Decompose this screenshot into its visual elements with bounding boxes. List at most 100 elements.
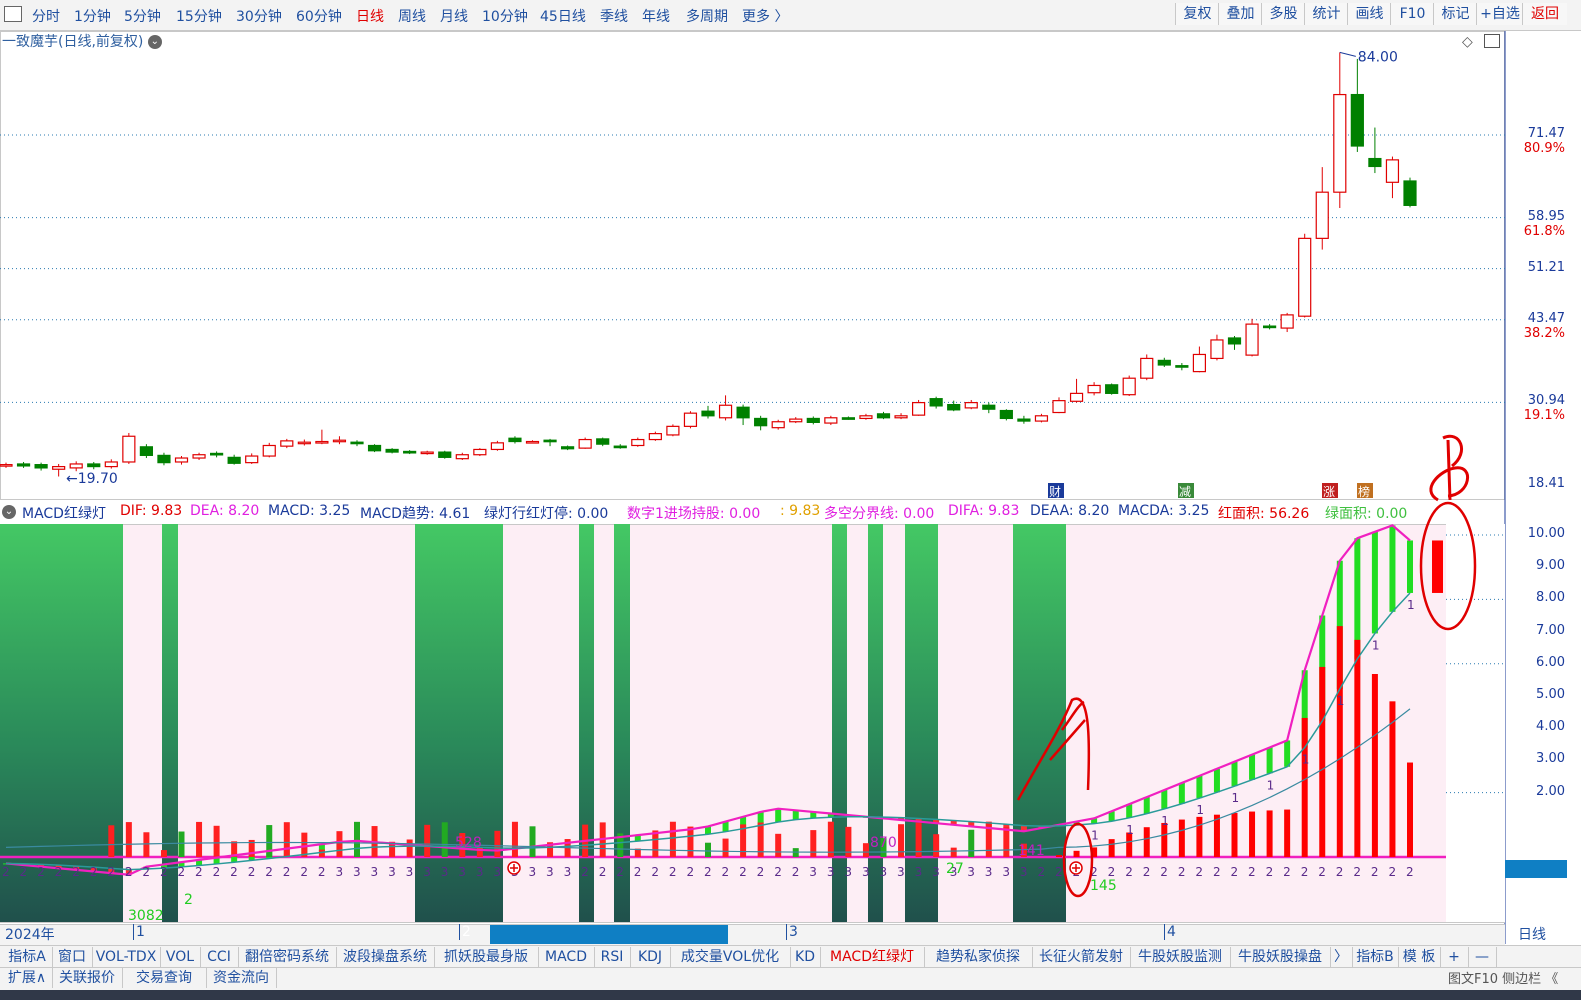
indicator-tab-15[interactable]: 长征火箭发射	[1032, 947, 1131, 967]
entry-digit-80: 1	[1407, 598, 1415, 612]
dif-dea-bar-66	[1161, 790, 1168, 809]
indicator-tab-2[interactable]: VOL-TDX	[92, 947, 161, 967]
indicator-tab-7[interactable]: 抓妖股最身版	[434, 947, 539, 967]
indicator-right-margin	[1446, 524, 1505, 922]
state-digit-40: 2	[704, 865, 712, 879]
indicator-tab-19[interactable]: 指标B	[1352, 947, 1399, 967]
indicator-tab-0[interactable]: 指标A	[2, 947, 53, 967]
indicator-tab-8[interactable]: MACD	[538, 947, 595, 967]
indicator-tab-11[interactable]: 成交量VOL优化	[670, 947, 791, 967]
green-light-band-4	[614, 524, 630, 922]
indicator-field-1: DEA: 8.20	[190, 503, 260, 519]
state-digit-44: 2	[774, 865, 782, 879]
indicator-tab-14[interactable]: 趋势私家侦探	[924, 947, 1033, 967]
candle-body-40	[701, 410, 715, 417]
macd-bar-23	[406, 839, 413, 857]
state-digit-4: 2	[72, 865, 80, 879]
candle-body-47	[824, 417, 838, 424]
indicator-tick-5: 5.00	[1536, 687, 1565, 702]
state-digit-64: 2	[1125, 865, 1133, 879]
indicator-tab-9[interactable]: RSI	[594, 947, 631, 967]
macd-bar-68	[1196, 816, 1203, 857]
dif-dea-bar-44	[775, 808, 782, 823]
state-digit-16: 2	[283, 865, 291, 879]
state-digit-49: 3	[862, 865, 870, 879]
macd-bar-74	[1301, 717, 1308, 857]
candle-body-23	[403, 450, 417, 454]
indicator-tab-21[interactable]: +	[1440, 947, 1469, 967]
state-digit-11: 2	[195, 865, 203, 879]
indicator-menu-icon[interactable]: ⌄	[2, 505, 16, 519]
indicator-tab-1[interactable]: 窗口	[52, 947, 93, 967]
candle-body-67	[1175, 365, 1189, 368]
green-light-band-7	[905, 524, 938, 922]
main-frame	[0, 31, 1505, 500]
high-price-label: 84.00	[1358, 49, 1398, 65]
entry-digit-66: 1	[1161, 814, 1169, 828]
indicator-tab-18[interactable]: 〉	[1330, 947, 1353, 967]
dif-dea-bar-65	[1143, 797, 1150, 814]
state-digit-1: 2	[20, 865, 28, 879]
indicator-tab-4[interactable]: CCI	[200, 947, 239, 967]
extension-tab-2[interactable]: 交易查询	[122, 968, 207, 988]
indicator-field-3: MACD趋势: 4.61	[360, 506, 471, 522]
time-scroll-highlight[interactable]	[490, 925, 728, 944]
state-digit-73: 2	[1283, 865, 1291, 879]
state-digit-71: 2	[1248, 865, 1256, 879]
indicator-tab-3[interactable]: VOL	[160, 947, 201, 967]
state-digit-75: 2	[1318, 865, 1326, 879]
entry-digit-78: 1	[1372, 638, 1380, 652]
state-digit-74: 2	[1301, 865, 1309, 879]
indicator-name[interactable]: MACD红绿灯	[22, 503, 106, 523]
price-tick-4: 30.94	[1527, 393, 1565, 409]
macd-bar-30	[529, 826, 536, 857]
candle-body-50	[876, 413, 891, 419]
indicator-tab-6[interactable]: 波段操盘系统	[336, 947, 435, 967]
hand-drawn-arrow-top	[1429, 434, 1470, 502]
indicator-field-10: MACDA: 3.25	[1118, 503, 1210, 519]
indicator-tab-17[interactable]: 牛股妖股操盘	[1230, 947, 1331, 967]
indicator-tab-13[interactable]: MACD红绿灯	[820, 947, 925, 967]
candle-body-20	[350, 441, 364, 445]
indicator-field-0: DIF: 9.83	[120, 503, 183, 519]
high-pointer	[1339, 51, 1356, 57]
green-light-band-8	[1013, 524, 1066, 922]
indicator-tab-20[interactable]: 模 板	[1398, 947, 1441, 967]
candle-body-53	[929, 398, 943, 407]
extension-tab-0[interactable]: 扩展∧	[2, 968, 53, 988]
state-digit-52: 3	[915, 865, 923, 879]
macd-bar-12	[213, 825, 220, 857]
candle-body-72	[1262, 325, 1277, 329]
macd-bar-79	[1389, 701, 1396, 857]
indicator-tab-12[interactable]: KD	[790, 947, 821, 967]
indicator-tab-10[interactable]: KDJ	[630, 947, 671, 967]
extension-tab-3[interactable]: 资金流向	[206, 968, 277, 988]
f10-sidebar-link[interactable]: 图文F10 侧边栏 《	[1448, 968, 1558, 987]
dif-dea-bar-69	[1213, 768, 1220, 793]
state-digit-51: 3	[897, 865, 905, 879]
state-digit-66: 2	[1160, 865, 1168, 879]
extension-tab-1[interactable]: 关联报价	[52, 968, 123, 988]
entry-digit-70: 1	[1232, 791, 1240, 805]
macd-bar-66	[1161, 822, 1168, 857]
dif-dea-bar-70	[1231, 761, 1238, 787]
indicator-tab-22[interactable]: —	[1468, 947, 1497, 967]
candle-body-12	[210, 452, 224, 456]
state-digit-46: 3	[809, 865, 817, 879]
macd-bar-6	[108, 825, 115, 857]
pct-tick-4: 19.1%	[1523, 408, 1565, 424]
state-digit-48: 3	[844, 865, 852, 879]
candle-body-9	[157, 454, 171, 464]
state-digit-28: 3	[493, 865, 501, 879]
dif-dea-bar-68	[1196, 775, 1203, 799]
macd-bar-8	[143, 832, 150, 857]
candle-body-30	[525, 440, 540, 444]
candle-body-6	[104, 461, 118, 468]
indicator-tab-5[interactable]: 翻倍密码系统	[238, 947, 337, 967]
state-digit-5: 2	[90, 865, 98, 879]
candle-body-3	[52, 465, 66, 470]
macd-bar-73	[1284, 809, 1291, 857]
state-digit-21: 3	[371, 865, 379, 879]
macd-bar-28	[494, 830, 501, 857]
indicator-tab-16[interactable]: 牛股妖股监测	[1130, 947, 1231, 967]
